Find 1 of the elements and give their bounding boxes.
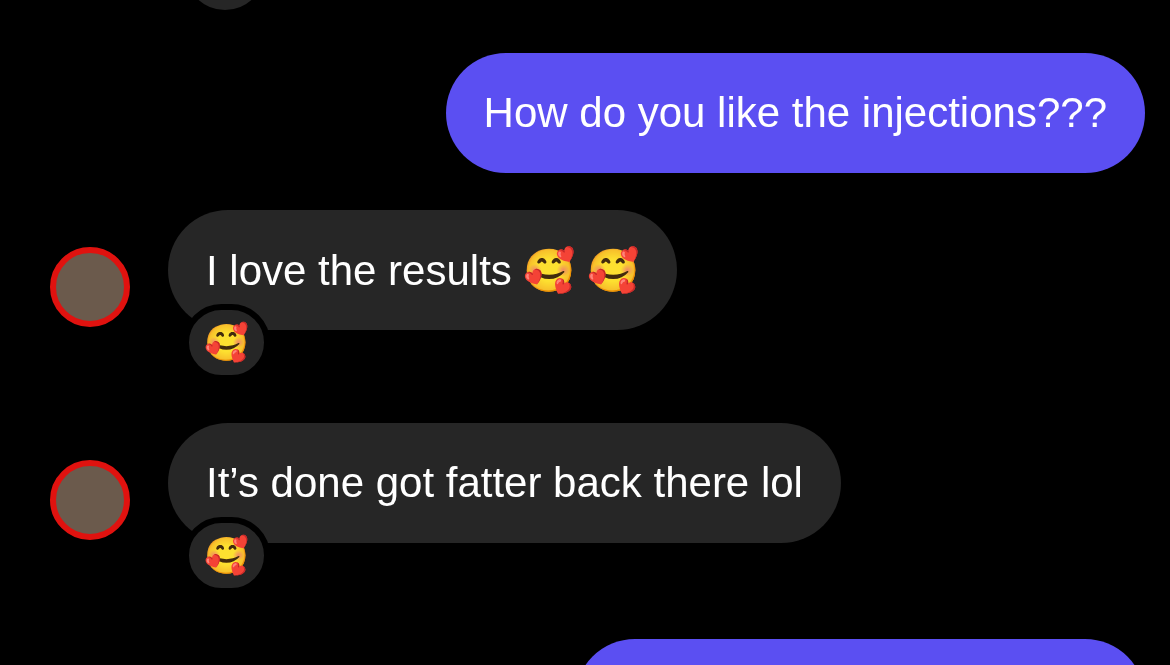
message-bubble: How do you like the injections??? <box>445 53 1145 173</box>
